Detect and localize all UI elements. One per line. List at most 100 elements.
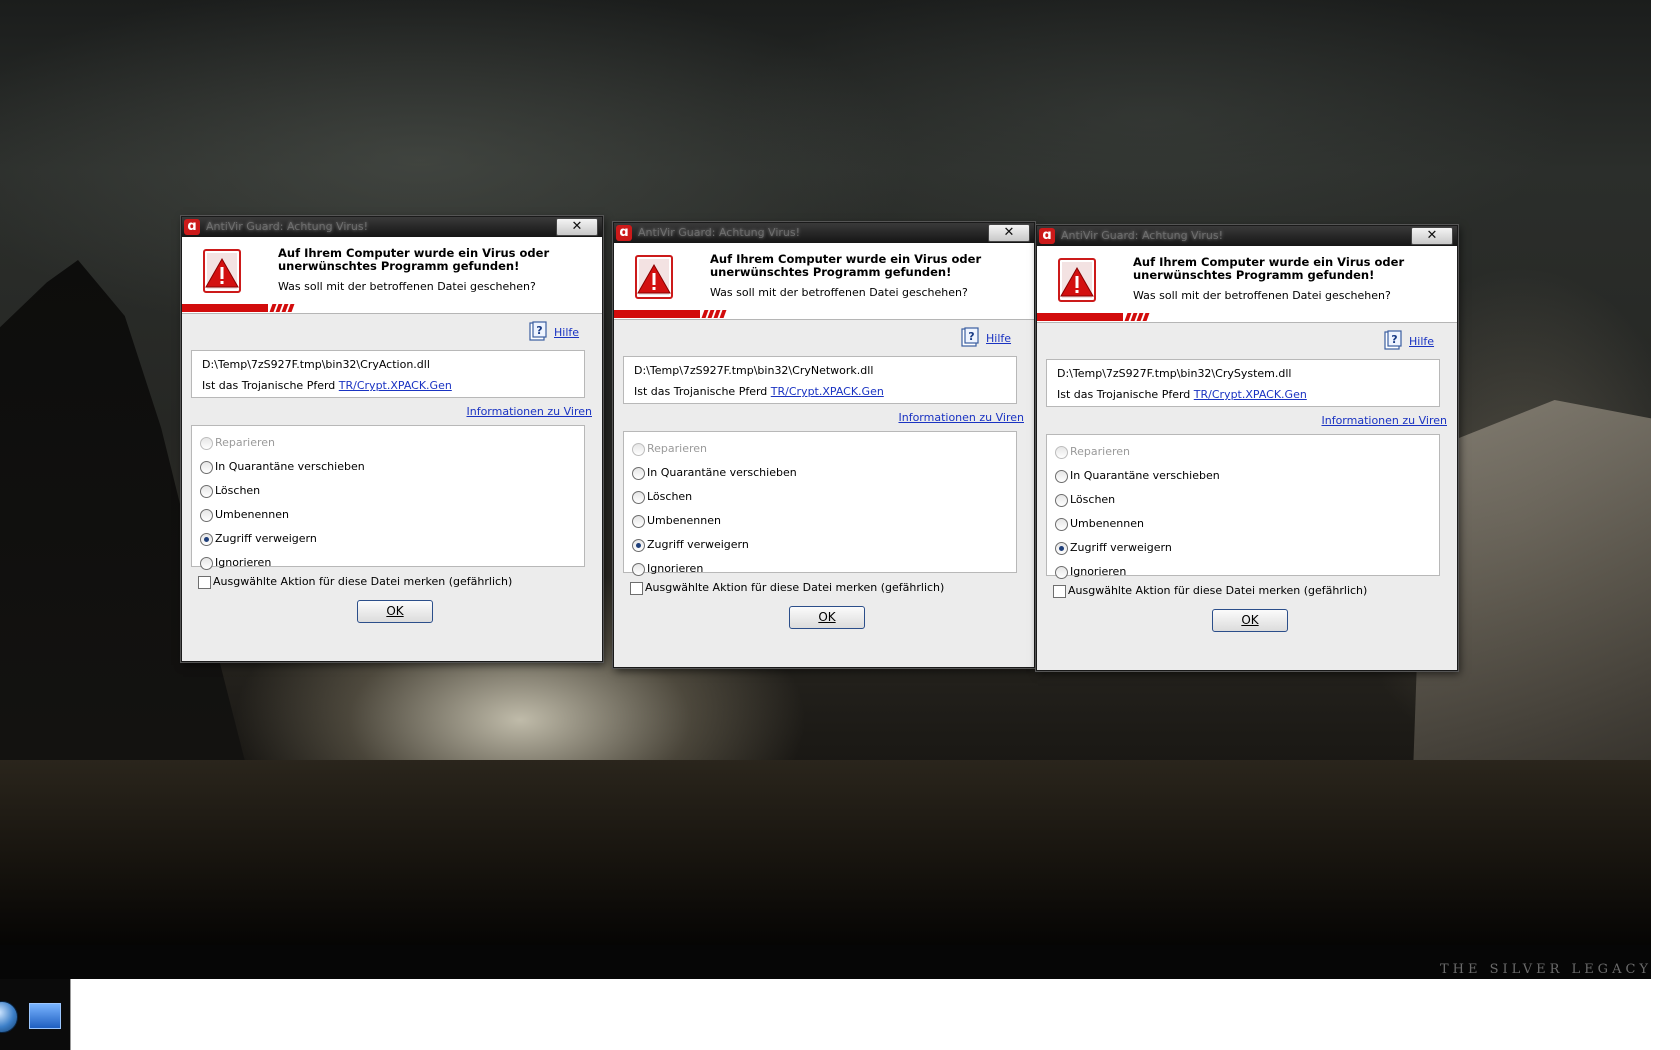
help-book-icon[interactable]: ? (1383, 330, 1403, 350)
header-red-stripe (1142, 313, 1150, 321)
radio-ignorieren[interactable] (200, 557, 213, 570)
help-area[interactable]: ? Hilfe (1383, 330, 1445, 352)
option-label: Reparieren (1070, 445, 1131, 458)
option-label[interactable]: Ignorieren (1070, 565, 1126, 578)
avira-umbrella-icon: ɑ (1039, 228, 1055, 244)
remember-label[interactable]: Ausgwählte Aktion für diese Datei merken… (1068, 584, 1367, 597)
close-button[interactable]: ✕ (1411, 227, 1453, 245)
ok-button[interactable]: OK (789, 606, 865, 629)
avira-umbrella-icon: ɑ (184, 219, 200, 235)
radio-zugriff-verweigern[interactable] (1055, 542, 1068, 555)
wallpaper-brand-logo: THE SILVER LEGACY™ (1440, 962, 1669, 977)
dialog-title: AntiVir Guard: Achtung Virus! (638, 226, 801, 239)
alert-headline: Auf Ihrem Computer wurde ein Virus oder … (710, 252, 982, 279)
option-label[interactable]: Umbenennen (647, 514, 721, 527)
option-label[interactable]: Löschen (647, 490, 692, 503)
option-label[interactable]: In Quarantäne verschieben (1070, 469, 1220, 482)
virus-prefix: Ist das Trojanische Pferd (202, 379, 336, 392)
alert-question: Was soll mit der betroffenen Datei gesch… (278, 280, 536, 293)
svg-text:?: ? (968, 330, 974, 343)
alert-question: Was soll mit der betroffenen Datei gesch… (710, 286, 968, 299)
option-label[interactable]: Löschen (215, 484, 260, 497)
radio-reparieren (1055, 446, 1068, 459)
option-label[interactable]: In Quarantäne verschieben (647, 466, 797, 479)
screen-right-edge (1651, 0, 1680, 979)
header-red-stripe (287, 304, 295, 312)
infected-file-box: D:\Temp\7zS927F.tmp\bin32\CryNetwork.dll… (623, 356, 1017, 404)
header-red-bar (1037, 313, 1123, 321)
option-label[interactable]: Umbenennen (1070, 517, 1144, 530)
virus-info-link[interactable]: Informationen zu Viren (898, 411, 1024, 424)
option-label[interactable]: Zugriff verweigern (1070, 541, 1172, 554)
option-label: Reparieren (647, 442, 708, 455)
option-label[interactable]: In Quarantäne verschieben (215, 460, 365, 473)
close-button[interactable]: ✕ (988, 224, 1030, 242)
remember-checkbox[interactable] (630, 582, 643, 595)
option-label[interactable]: Ignorieren (647, 562, 703, 575)
radio-umbenennen[interactable] (632, 515, 645, 528)
header-red-bar (614, 310, 700, 318)
virus-name-link[interactable]: TR/Crypt.XPACK.Gen (339, 379, 452, 392)
option-label[interactable]: Zugriff verweigern (215, 532, 317, 545)
warning-triangle-icon (203, 249, 241, 293)
close-button[interactable]: ✕ (556, 218, 598, 236)
help-link[interactable]: Hilfe (986, 332, 1011, 345)
virus-info-link[interactable]: Informationen zu Viren (466, 405, 592, 418)
radio-quarantaene[interactable] (200, 461, 213, 474)
radio-reparieren (200, 437, 213, 450)
help-link[interactable]: Hilfe (1409, 335, 1434, 348)
show-desktop-icon[interactable] (29, 1003, 61, 1029)
remember-checkbox[interactable] (1053, 585, 1066, 598)
radio-loeschen[interactable] (200, 485, 213, 498)
option-label[interactable]: Zugriff verweigern (647, 538, 749, 551)
virus-name-link[interactable]: TR/Crypt.XPACK.Gen (771, 385, 884, 398)
option-label[interactable]: Löschen (1070, 493, 1115, 506)
radio-quarantaene[interactable] (632, 467, 645, 480)
radio-reparieren (632, 443, 645, 456)
option-label: Reparieren (215, 436, 276, 449)
virus-description: Ist das Trojanische Pferd TR/Crypt.XPACK… (634, 385, 884, 398)
option-label[interactable]: Ignorieren (215, 556, 271, 569)
help-book-icon[interactable]: ? (960, 327, 980, 347)
header-red-stripe (719, 310, 727, 318)
warning-triangle-icon (635, 255, 673, 299)
infected-file-box: D:\Temp\7zS927F.tmp\bin32\CrySystem.dll … (1046, 359, 1440, 407)
radio-loeschen[interactable] (632, 491, 645, 504)
radio-ignorieren[interactable] (632, 563, 645, 576)
dialog-title: AntiVir Guard: Achtung Virus! (1061, 229, 1224, 242)
dialog-titlebar[interactable]: ɑ AntiVir Guard: Achtung Virus! ✕ (182, 217, 602, 237)
svg-text:?: ? (536, 324, 542, 337)
help-area[interactable]: ? Hilfe (528, 321, 590, 343)
radio-loeschen[interactable] (1055, 494, 1068, 507)
ok-button[interactable]: OK (357, 600, 433, 623)
avira-umbrella-icon: ɑ (616, 225, 632, 241)
radio-zugriff-verweigern[interactable] (200, 533, 213, 546)
virus-name-link[interactable]: TR/Crypt.XPACK.Gen (1194, 388, 1307, 401)
help-book-icon[interactable]: ? (528, 321, 548, 341)
ok-button[interactable]: OK (1212, 609, 1288, 632)
remember-label[interactable]: Ausgwählte Aktion für diese Datei merken… (213, 575, 512, 588)
infected-file-box: D:\Temp\7zS927F.tmp\bin32\CryAction.dll … (191, 350, 585, 398)
radio-quarantaene[interactable] (1055, 470, 1068, 483)
remember-checkbox[interactable] (198, 576, 211, 589)
dialog-titlebar[interactable]: ɑ AntiVir Guard: Achtung Virus! ✕ (614, 223, 1034, 243)
virus-info-link[interactable]: Informationen zu Viren (1321, 414, 1447, 427)
radio-zugriff-verweigern[interactable] (632, 539, 645, 552)
wallpaper-ground (0, 760, 1651, 945)
alert-headline: Auf Ihrem Computer wurde ein Virus oder … (278, 246, 550, 273)
remember-label[interactable]: Ausgwählte Aktion für diese Datei merken… (645, 581, 944, 594)
dialog-titlebar[interactable]: ɑ AntiVir Guard: Achtung Virus! ✕ (1037, 226, 1457, 246)
radio-ignorieren[interactable] (1055, 566, 1068, 579)
virus-description: Ist das Trojanische Pferd TR/Crypt.XPACK… (202, 379, 452, 392)
radio-umbenennen[interactable] (1055, 518, 1068, 531)
help-link[interactable]: Hilfe (554, 326, 579, 339)
dialog-header: Auf Ihrem Computer wurde ein Virus oder … (614, 243, 1034, 320)
alert-question: Was soll mit der betroffenen Datei gesch… (1133, 289, 1391, 302)
help-area[interactable]: ? Hilfe (960, 327, 1022, 349)
dialog-header: Auf Ihrem Computer wurde ein Virus oder … (182, 237, 602, 314)
option-label[interactable]: Umbenennen (215, 508, 289, 521)
radio-umbenennen[interactable] (200, 509, 213, 522)
close-icon: ✕ (1426, 228, 1438, 243)
virus-prefix: Ist das Trojanische Pferd (634, 385, 768, 398)
close-icon: ✕ (571, 219, 583, 234)
